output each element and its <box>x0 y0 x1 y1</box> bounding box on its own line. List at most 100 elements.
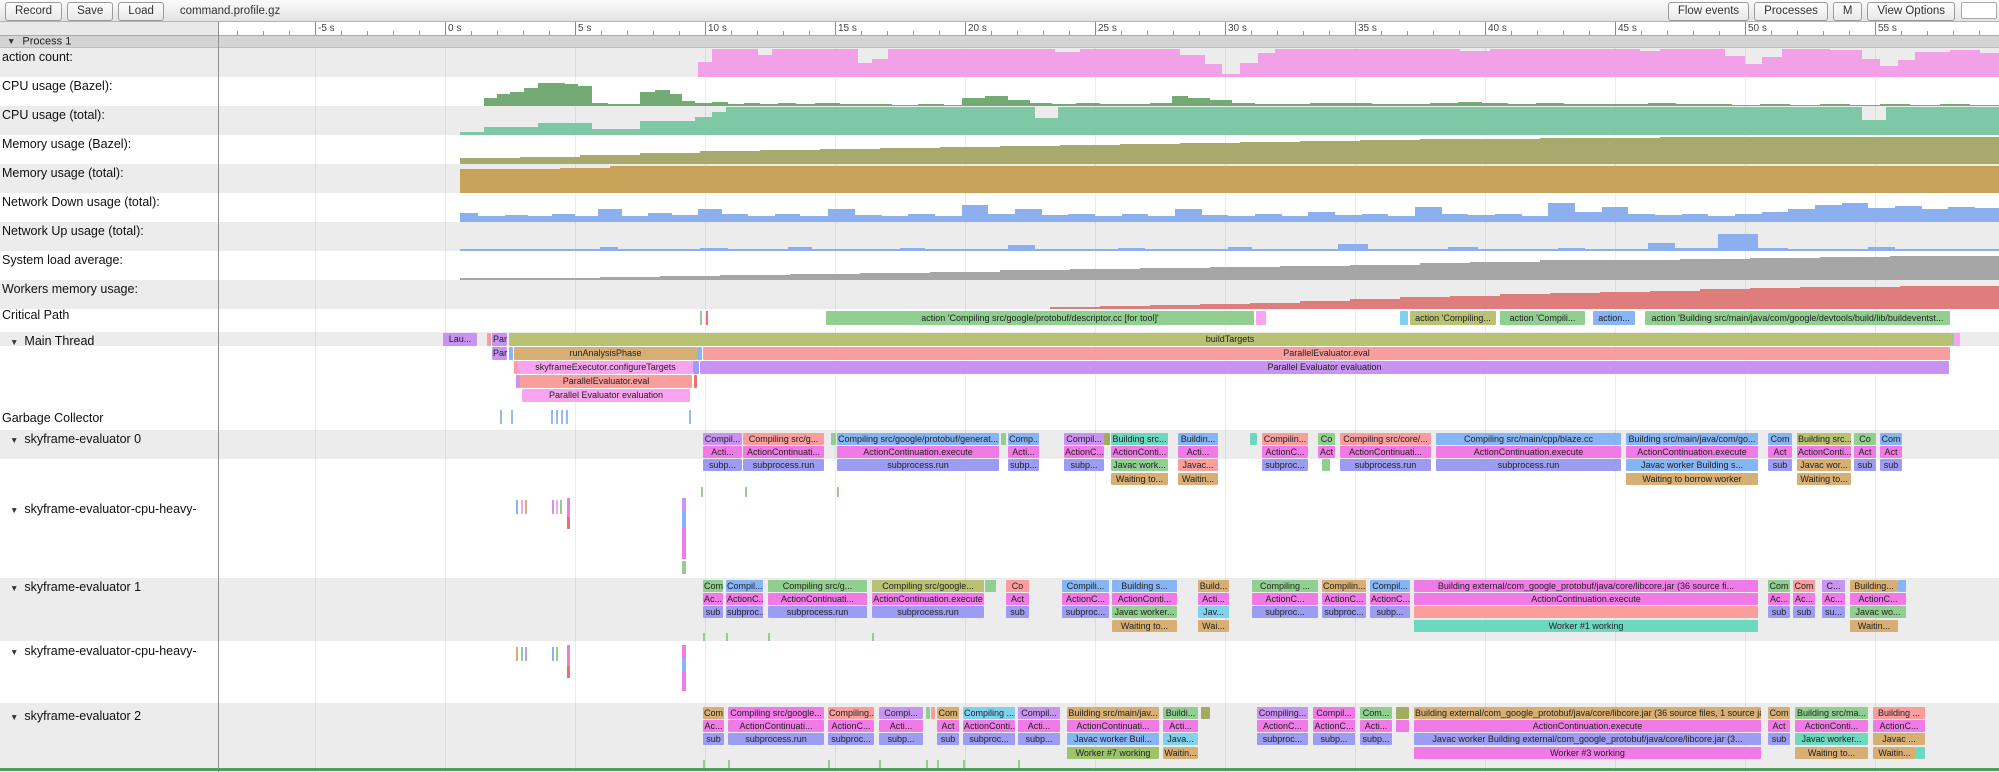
trace-event-bar[interactable]: Building external/com_google_protobuf/ja… <box>1414 580 1758 592</box>
trace-event-bar[interactable]: ActionContinuati... <box>743 446 824 458</box>
trace-event-bar[interactable] <box>1001 433 1006 445</box>
trace-event-bar[interactable]: subprocess.run <box>768 606 867 618</box>
trace-event-bar[interactable]: ActionC... <box>1062 593 1109 605</box>
trace-event-bar[interactable]: ActionConti... <box>1112 593 1177 605</box>
trace-event-bar[interactable] <box>487 333 491 346</box>
trace-event-bar[interactable]: Building... <box>1850 580 1898 592</box>
expander-icon[interactable]: ▼ <box>10 710 18 724</box>
trace-event-bar[interactable]: Act <box>1318 446 1335 458</box>
trace-event-bar[interactable]: Act <box>1880 446 1902 458</box>
trace-event-bar[interactable]: Compiling... <box>1257 707 1308 719</box>
trace-event-bar[interactable] <box>1104 433 1110 445</box>
trace-event-bar[interactable]: Compiling src/core/... <box>1340 433 1431 445</box>
trace-event-tick[interactable] <box>689 410 691 424</box>
trace-event-tick[interactable] <box>567 666 570 678</box>
trace-event-bar[interactable]: Javac... <box>1178 459 1218 471</box>
trace-event-tick[interactable] <box>745 487 747 497</box>
trace-event-bar[interactable]: ActionContinuation.execute <box>837 446 999 458</box>
trace-event-bar[interactable]: subprocess.run <box>743 459 824 471</box>
trace-event-bar[interactable]: ActionC... <box>1873 720 1925 732</box>
trace-event-bar[interactable]: ActionC... <box>828 720 874 732</box>
toolbar-input[interactable] <box>1961 2 1997 19</box>
m-button[interactable]: M <box>1833 2 1863 21</box>
trace-event-tick[interactable] <box>567 645 570 666</box>
trace-event-bar[interactable]: sub <box>1854 459 1876 471</box>
trace-event-bar[interactable]: Par <box>492 333 507 346</box>
trace-event-bar[interactable]: ActionContinuation.execute <box>872 593 984 605</box>
trace-event-tick[interactable] <box>566 410 568 424</box>
trace-event-bar[interactable]: ActionContinuati... <box>1067 720 1159 732</box>
trace-event-bar[interactable]: Worker #1 working <box>1414 620 1758 632</box>
trace-event-bar[interactable]: sub <box>1768 459 1792 471</box>
trace-event-bar[interactable]: subprocess.run <box>837 459 999 471</box>
trace-event-bar[interactable]: Waitin... <box>1163 747 1198 759</box>
trace-event-bar[interactable]: Compiling src/google... <box>872 580 984 592</box>
trace-event-tick[interactable] <box>837 487 839 497</box>
trace-event-bar[interactable]: action 'Compili... <box>1500 311 1585 325</box>
trace-event-bar[interactable]: Ac... <box>703 593 723 605</box>
trace-event-bar[interactable] <box>1954 333 1960 346</box>
trace-event-bar[interactable] <box>831 433 836 445</box>
trace-event-tick[interactable] <box>682 658 686 672</box>
trace-event-bar[interactable] <box>1898 580 1906 592</box>
trace-event-bar[interactable]: sub <box>1793 606 1815 618</box>
trace-event-bar[interactable] <box>1201 707 1210 719</box>
trace-event-tick[interactable] <box>551 410 553 424</box>
trace-event-tick[interactable] <box>726 633 728 641</box>
trace-event-bar[interactable]: Com <box>1768 433 1792 445</box>
trace-event-bar[interactable]: subproc... <box>1252 606 1318 618</box>
trace-event-tick[interactable] <box>525 500 527 514</box>
trace-event-bar[interactable]: Act <box>1768 720 1790 732</box>
trace-event-bar[interactable]: Act <box>937 720 959 732</box>
trace-event-bar[interactable] <box>1396 707 1409 719</box>
trace-event-bar[interactable]: action 'Compiling... <box>1410 311 1496 325</box>
trace-event-tick[interactable] <box>567 498 570 517</box>
trace-event-bar[interactable]: subproc... <box>1062 606 1109 618</box>
track-label-skyframe-evaluator-2[interactable]: ▼skyframe-evaluator 2 <box>0 709 141 722</box>
trace-event-bar[interactable]: Compiling ... <box>963 707 1015 719</box>
trace-event-bar[interactable]: Compil... <box>1370 580 1410 592</box>
trace-event-bar[interactable]: subproc... <box>1257 733 1308 745</box>
trace-event-bar[interactable] <box>985 580 996 592</box>
trace-event-tick[interactable] <box>552 500 554 514</box>
trace-event-bar[interactable]: ActionContinuati... <box>1340 446 1431 458</box>
trace-event-bar[interactable]: ActionC... <box>1313 720 1355 732</box>
trace-event-bar[interactable]: subp... <box>1064 459 1104 471</box>
trace-event-bar[interactable] <box>1400 311 1408 325</box>
trace-event-tick[interactable] <box>682 561 686 574</box>
trace-event-bar[interactable]: Javac wor... <box>1797 459 1851 471</box>
trace-event-bar[interactable]: Worker #7 working <box>1067 747 1159 759</box>
track-label-skyframe-evaluator-cpu-heavy[interactable]: ▼skyframe-evaluator-cpu-heavy- <box>0 644 197 657</box>
trace-event-bar[interactable]: sub <box>1880 459 1902 471</box>
trace-event-tick[interactable] <box>525 647 527 661</box>
trace-event-bar[interactable]: Acti... <box>1198 593 1229 605</box>
trace-event-bar[interactable]: subp... <box>1370 606 1410 618</box>
trace-event-bar[interactable]: Acti... <box>879 720 923 732</box>
trace-event-bar[interactable]: Com <box>703 707 724 719</box>
trace-event-bar[interactable]: Wai... <box>1198 620 1229 632</box>
trace-event-bar[interactable]: Compil... <box>1064 433 1104 445</box>
trace-event-bar[interactable]: subprocess.run <box>728 733 824 745</box>
trace-event-bar[interactable]: sub <box>703 606 723 618</box>
trace-event-bar[interactable]: Compili... <box>1062 580 1109 592</box>
trace-event-bar[interactable]: subp... <box>1008 459 1039 471</box>
trace-event-bar[interactable] <box>1396 720 1409 732</box>
trace-event-bar[interactable] <box>1322 459 1330 471</box>
trace-event-bar[interactable]: Javac wo... <box>1850 606 1906 618</box>
expander-icon[interactable]: ▼ <box>10 581 18 595</box>
trace-event-bar[interactable]: Building src... <box>1111 433 1168 445</box>
trace-event-bar[interactable]: Building s... <box>1112 580 1177 592</box>
trace-event-bar[interactable]: Par <box>492 347 507 360</box>
track-label-skyframe-evaluator-1[interactable]: ▼skyframe-evaluator 1 <box>0 580 141 593</box>
trace-event-bar[interactable]: Java... <box>1163 733 1198 745</box>
trace-event-bar[interactable]: Compiling src/g... <box>743 433 824 445</box>
trace-event-bar[interactable]: Acti... <box>1360 720 1392 732</box>
trace-event-bar[interactable] <box>1414 606 1758 618</box>
trace-event-bar[interactable]: Building src/main/java/com/go... <box>1626 433 1758 445</box>
trace-event-bar[interactable]: Compiling ... <box>1252 580 1318 592</box>
trace-event-bar[interactable]: subp... <box>703 459 742 471</box>
trace-event-bar[interactable]: subprocess.run <box>1436 459 1621 471</box>
trace-event-bar[interactable]: Compiling src/google/protobuf/generat... <box>837 433 999 445</box>
trace-event-bar[interactable]: Ac... <box>1793 593 1815 605</box>
trace-event-bar[interactable]: Javac worker Building s... <box>1626 459 1758 471</box>
